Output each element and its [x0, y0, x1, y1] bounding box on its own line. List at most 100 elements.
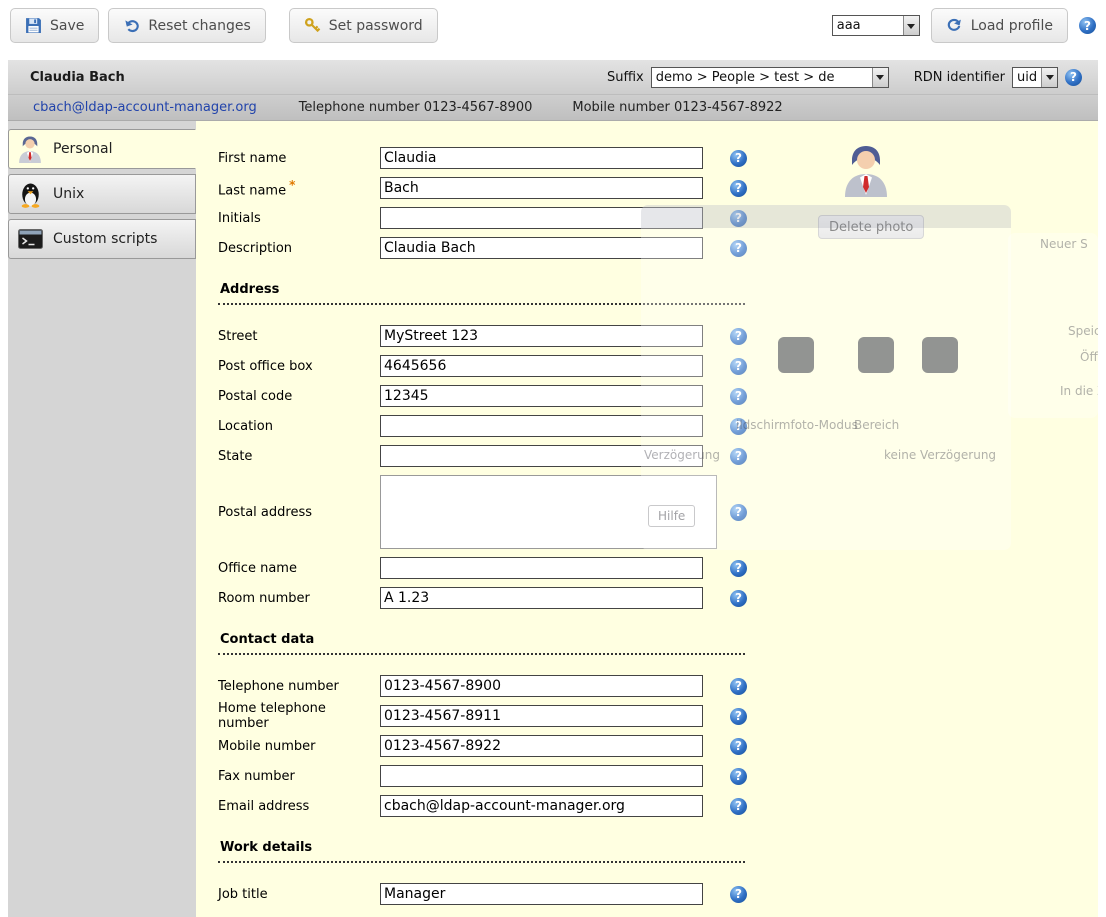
- reset-changes-button[interactable]: Reset changes: [108, 8, 265, 43]
- person-icon: [15, 135, 45, 163]
- rdn-identifier-label: RDN identifier: [914, 70, 1005, 85]
- postal-code-input[interactable]: [380, 385, 703, 407]
- field-label: Description: [218, 241, 380, 256]
- help-icon[interactable]: ?: [730, 180, 747, 197]
- job-title-input[interactable]: [380, 883, 703, 905]
- form-row: Post office box ?: [218, 351, 1098, 381]
- help-icon[interactable]: ?: [730, 886, 747, 903]
- key-icon: [304, 17, 321, 34]
- header-mobile: Mobile number 0123-4567-8922: [572, 100, 782, 115]
- save-disk-icon: [25, 17, 42, 34]
- help-icon[interactable]: ?: [730, 418, 747, 435]
- rdn-select[interactable]: uid: [1012, 67, 1058, 88]
- form-row: Email address ?: [218, 791, 1098, 821]
- module-tabs: Personal Unix Custom scripts: [8, 121, 196, 917]
- tab-unix[interactable]: Unix: [8, 174, 196, 214]
- fax-number-input[interactable]: [380, 765, 703, 787]
- save-label: Save: [50, 18, 84, 34]
- help-icon[interactable]: ?: [730, 678, 747, 695]
- save-button[interactable]: Save: [10, 8, 99, 43]
- dropdown-arrow-icon: [1041, 68, 1057, 87]
- personal-form: First name ? Last name* ? Initials ? Des…: [196, 121, 1098, 917]
- form-row: Last name* ?: [218, 173, 1098, 203]
- form-row: State ?: [218, 441, 1098, 471]
- tab-unix-label: Unix: [53, 186, 84, 202]
- form-row: Fax number ?: [218, 761, 1098, 791]
- form-row: Location ?: [218, 411, 1098, 441]
- reset-changes-label: Reset changes: [148, 18, 250, 34]
- help-icon[interactable]: ?: [730, 448, 747, 465]
- help-icon[interactable]: ?: [730, 738, 747, 755]
- account-header-summary: cbach@ldap-account-manager.org Telephone…: [8, 95, 1098, 121]
- email-link[interactable]: cbach@ldap-account-manager.org: [33, 100, 257, 115]
- help-icon[interactable]: ?: [730, 590, 747, 607]
- email-address-input[interactable]: [380, 795, 703, 817]
- help-icon[interactable]: ?: [730, 560, 747, 577]
- form-row: Initials ?: [218, 203, 1098, 233]
- tab-personal-label: Personal: [53, 141, 113, 157]
- field-label: Office name: [218, 561, 380, 576]
- field-label: State: [218, 449, 380, 464]
- help-icon[interactable]: ?: [1079, 17, 1096, 34]
- form-row: Postal address ?: [218, 471, 1098, 553]
- tab-custom-scripts[interactable]: Custom scripts: [8, 219, 196, 259]
- street-input[interactable]: [380, 325, 703, 347]
- field-label: Fax number: [218, 769, 380, 784]
- tab-personal[interactable]: Personal: [8, 129, 196, 169]
- user-photo: [843, 186, 889, 201]
- suffix-select-value: demo > People > test > de: [652, 68, 872, 87]
- room-number-input[interactable]: [380, 587, 703, 609]
- telephone-number-input[interactable]: [380, 675, 703, 697]
- account-header-top: Claudia Bach Suffix demo > People > test…: [8, 60, 1098, 95]
- profile-select-value: aaa: [833, 16, 903, 35]
- page-title: Claudia Bach: [30, 70, 125, 85]
- profile-select[interactable]: aaa: [832, 15, 920, 36]
- help-icon[interactable]: ?: [730, 504, 747, 521]
- location-input[interactable]: [380, 415, 703, 437]
- dropdown-arrow-icon: [903, 16, 919, 35]
- help-icon[interactable]: ?: [730, 210, 747, 227]
- field-label: Telephone number: [218, 679, 380, 694]
- state-input[interactable]: [380, 445, 703, 467]
- post-office-box-input[interactable]: [380, 355, 703, 377]
- section-header-work-details: Work details: [218, 837, 745, 863]
- help-icon[interactable]: ?: [1065, 69, 1082, 86]
- delete-photo-button[interactable]: Delete photo: [818, 215, 924, 239]
- help-icon[interactable]: ?: [730, 328, 747, 345]
- suffix-select[interactable]: demo > People > test > de: [651, 67, 889, 88]
- help-icon[interactable]: ?: [730, 798, 747, 815]
- home-telephone-number-input[interactable]: [380, 705, 703, 727]
- toolbar: Save Reset changes Set password aaa Load…: [0, 0, 1106, 51]
- initials-input[interactable]: [380, 207, 703, 229]
- load-profile-button[interactable]: Load profile: [931, 8, 1068, 43]
- form-row: Telephone number ?: [218, 671, 1098, 701]
- form-row: First name ?: [218, 143, 1098, 173]
- help-icon[interactable]: ?: [730, 150, 747, 167]
- tux-penguin-icon: [15, 181, 45, 208]
- field-label: Home telephone number: [218, 701, 380, 731]
- field-label: Initials: [218, 211, 380, 226]
- field-label: Post office box: [218, 359, 380, 374]
- photo-area: Delete photo: [818, 143, 914, 239]
- office-name-input[interactable]: [380, 557, 703, 579]
- last-name-input[interactable]: [380, 177, 703, 199]
- first-name-input[interactable]: [380, 147, 703, 169]
- help-icon[interactable]: ?: [730, 388, 747, 405]
- form-row: Mobile number ?: [218, 731, 1098, 761]
- field-label: Room number: [218, 591, 380, 606]
- help-icon[interactable]: ?: [730, 358, 747, 375]
- help-icon[interactable]: ?: [730, 240, 747, 257]
- description-input[interactable]: [380, 237, 703, 259]
- field-label: Last name*: [218, 178, 380, 198]
- field-label: Mobile number: [218, 739, 380, 754]
- section-header-contact-data: Contact data: [218, 629, 745, 655]
- required-marker: *: [289, 178, 295, 192]
- help-icon[interactable]: ?: [730, 708, 747, 725]
- form-row: Street ?: [218, 321, 1098, 351]
- set-password-button[interactable]: Set password: [289, 8, 438, 43]
- field-label: First name: [218, 151, 380, 166]
- help-icon[interactable]: ?: [730, 768, 747, 785]
- mobile-number-input[interactable]: [380, 735, 703, 757]
- field-label: Postal code: [218, 389, 380, 404]
- postal-address-textarea[interactable]: [380, 475, 717, 549]
